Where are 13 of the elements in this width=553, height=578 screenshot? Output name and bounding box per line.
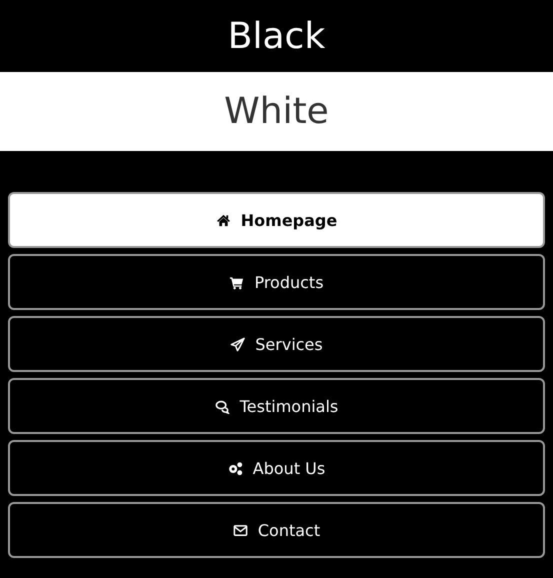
banner-title: White	[224, 91, 329, 132]
paper-plane-icon	[230, 336, 246, 352]
menu-item[interactable]: About Us	[8, 440, 545, 496]
menu-item[interactable]: Services	[8, 316, 545, 372]
menu-item[interactable]: Products	[8, 254, 545, 310]
home-icon	[216, 212, 231, 228]
cart-icon	[229, 274, 244, 290]
menu-item[interactable]: Contact	[8, 502, 545, 558]
menu-item[interactable]: Testimonials	[8, 378, 545, 434]
speech-bubbles-icon	[214, 398, 230, 414]
header-title: Black	[228, 16, 326, 56]
envelope-icon	[232, 522, 248, 538]
menu-item[interactable]: Homepage	[8, 192, 545, 248]
